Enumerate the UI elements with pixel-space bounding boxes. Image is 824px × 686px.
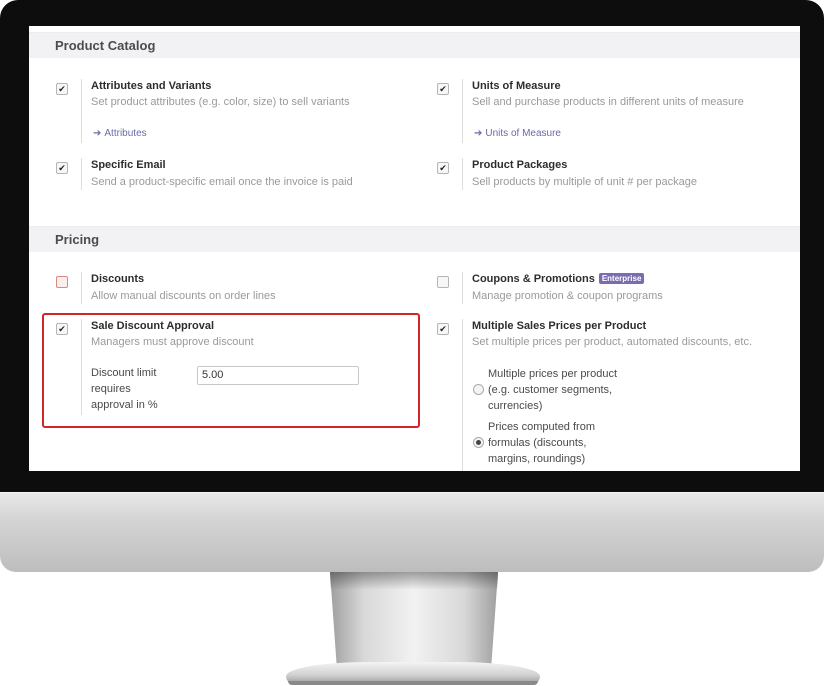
highlight-box (42, 313, 420, 428)
setting-divider (81, 79, 82, 143)
discounts-checkbox[interactable] (56, 276, 68, 288)
packages-description: Sell products by multiple of unit # per … (472, 176, 698, 188)
setting-divider (81, 272, 82, 304)
specific-email-title: Specific Email (91, 159, 166, 171)
specific-email-description: Send a product-specific email once the i… (91, 176, 353, 188)
attributes-checkbox[interactable] (56, 83, 68, 95)
attributes-title: Attributes and Variants (91, 80, 212, 92)
discounts-title: Discounts (91, 273, 145, 285)
discounts-description: Allow manual discounts on order lines (91, 290, 276, 302)
setting-divider (462, 319, 463, 471)
coupons-title: Coupons & Promotions Enterprise (472, 273, 645, 285)
uom-description: Sell and purchase products in different … (472, 96, 744, 108)
setting-divider (462, 158, 463, 190)
radio-label-line: Prices computed from (488, 421, 595, 433)
monitor-stand-base-edge (288, 681, 538, 685)
setting-divider (462, 79, 463, 143)
multiple-prices-description: Set multiple prices per product, automat… (472, 336, 753, 348)
coupons-description: Manage promotion & coupon programs (472, 290, 663, 302)
uom-checkbox[interactable] (437, 83, 449, 95)
uom-link[interactable]: ➔ Units of Measure (474, 128, 561, 139)
coupons-checkbox[interactable] (437, 276, 449, 288)
monitor-chin (0, 492, 824, 572)
radio-label-line: currencies) (488, 400, 543, 412)
coupons-title-text: Coupons & Promotions (472, 273, 595, 285)
arrow-right-icon: ➔ (474, 128, 483, 139)
multiple-prices-title: Multiple Sales Prices per Product (472, 320, 647, 332)
uom-link-label: Units of Measure (485, 128, 561, 139)
attributes-link[interactable]: ➔ Attributes (93, 128, 147, 139)
radio-label-line: margins, roundings) (488, 453, 586, 465)
setting-divider (462, 272, 463, 304)
pricing-option-radio-multiple[interactable] (473, 384, 484, 395)
radio-label-line: Multiple prices per product (488, 368, 618, 380)
packages-checkbox[interactable] (437, 162, 449, 174)
specific-email-checkbox[interactable] (56, 162, 68, 174)
arrow-right-icon: ➔ (93, 128, 102, 139)
settings-screen: Product Catalog Attributes and Variants … (29, 26, 800, 471)
setting-divider (81, 158, 82, 190)
section-header-pricing: Pricing (29, 226, 800, 252)
section-header-product-catalog: Product Catalog (29, 32, 800, 58)
packages-title: Product Packages (472, 159, 568, 171)
attributes-description: Set product attributes (e.g. color, size… (91, 96, 350, 108)
radio-label-line: formulas (discounts, (488, 437, 587, 449)
uom-title: Units of Measure (472, 80, 561, 92)
pricing-option-label-multiple: Multiple prices per product (e.g. custom… (488, 366, 628, 414)
radio-label-line: (e.g. customer segments, (488, 384, 613, 396)
multiple-prices-checkbox[interactable] (437, 323, 449, 335)
attributes-link-label: Attributes (104, 128, 147, 139)
pricing-option-radio-formulas[interactable] (473, 437, 484, 448)
enterprise-badge: Enterprise (598, 273, 645, 284)
monitor-stand-shadow (330, 572, 498, 590)
pricing-option-label-formulas: Prices computed from formulas (discounts… (488, 419, 628, 467)
